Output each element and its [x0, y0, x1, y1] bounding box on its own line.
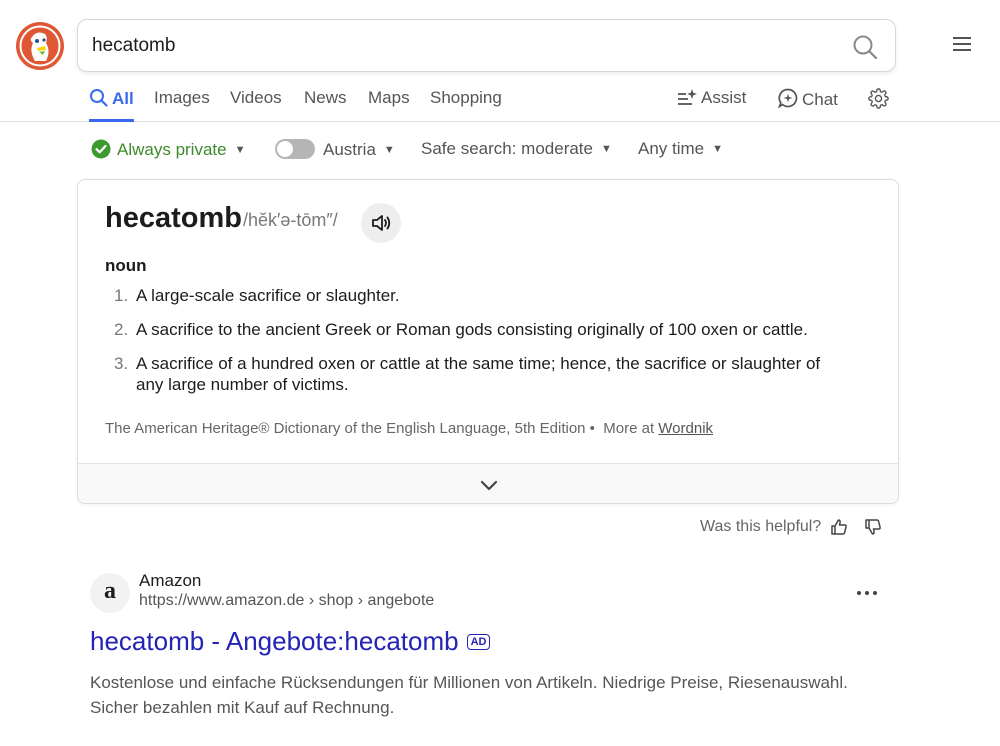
- tab-label: Videos: [230, 88, 282, 107]
- duckduckgo-logo-icon[interactable]: [15, 21, 65, 71]
- caret-down-icon: ▼: [712, 143, 724, 155]
- source-text: The American Heritage® Dictionary of the…: [105, 420, 586, 437]
- definition-text: A sacrifice to the ancient Greek or Roma…: [136, 320, 808, 339]
- chat-icon: [777, 88, 798, 113]
- result-snippet: Kostenlose und einfache Rücksendungen fü…: [90, 673, 848, 717]
- caret-down-icon: ▼: [234, 144, 246, 156]
- settings-button[interactable]: [868, 88, 889, 122]
- privacy-label: Always private: [117, 140, 227, 159]
- more-at-label: More at: [603, 420, 655, 437]
- safe-search-filter[interactable]: Safe search: moderate ▼: [421, 139, 612, 159]
- time-filter[interactable]: Any time ▼: [638, 139, 723, 159]
- thumbs-up-icon[interactable]: [830, 518, 848, 536]
- tab-shopping[interactable]: Shopping: [430, 88, 502, 122]
- definition-number: 2.: [114, 320, 129, 339]
- search-query-text[interactable]: hecatomb: [92, 35, 175, 57]
- site-name[interactable]: Amazon: [139, 571, 201, 591]
- definition-text: A sacrifice of a hundred oxen or cattle …: [136, 354, 821, 394]
- definition-text: A large-scale sacrifice or slaughter.: [136, 286, 400, 305]
- tab-maps[interactable]: Maps: [368, 88, 410, 122]
- site-url[interactable]: https://www.amazon.de › shop › angebote: [139, 592, 434, 610]
- toggle-icon[interactable]: [275, 139, 315, 159]
- tab-all[interactable]: All: [89, 88, 134, 122]
- definition-item: 1. A large-scale sacrifice or slaughter.: [105, 285, 845, 306]
- speaker-icon: [370, 212, 392, 239]
- pronounce-button[interactable]: [361, 203, 401, 243]
- check-circle-icon: [91, 139, 111, 164]
- definition-item: 2. A sacrifice to the ancient Greek or Ro…: [105, 319, 845, 340]
- privacy-filter[interactable]: Always private ▼: [91, 139, 246, 164]
- search-icon: [89, 88, 108, 112]
- thumbs-down-icon[interactable]: [864, 518, 882, 536]
- site-favicon: a: [90, 573, 130, 613]
- definition-number: 3.: [114, 354, 129, 373]
- more-dots-icon[interactable]: [855, 583, 879, 603]
- hamburger-menu-icon[interactable]: [950, 34, 974, 54]
- pronunciation: /hĕk′ə-tōm″/: [243, 210, 338, 230]
- region-label: Austria: [323, 140, 376, 159]
- result-title[interactable]: hecatomb - Angebote:hecatomb: [90, 626, 459, 656]
- part-of-speech: noun: [105, 256, 147, 275]
- definition-number: 1.: [114, 286, 129, 305]
- tab-videos[interactable]: Videos: [230, 88, 282, 122]
- assist-label: Assist: [701, 88, 747, 107]
- chevron-down-icon[interactable]: [478, 474, 500, 496]
- tab-label: Images: [154, 88, 210, 107]
- region-filter[interactable]: Austria ▼: [275, 139, 395, 160]
- definition-card: hecatomb /hĕk′ə-tōm″/ noun 1. A large-sca…: [77, 179, 899, 504]
- search-tabs: All Images Videos News Maps Shopping Ass…: [0, 80, 1000, 122]
- expand-bar[interactable]: [78, 463, 898, 503]
- assist-icon: [677, 88, 697, 111]
- safe-search-label: Safe search: moderate: [421, 139, 593, 158]
- definition-source: The American Heritage® Dictionary of the…: [105, 420, 714, 437]
- caret-down-icon: ▼: [600, 143, 612, 155]
- chat-button[interactable]: Chat: [777, 88, 838, 122]
- assist-button[interactable]: Assist: [677, 88, 746, 122]
- tab-label: Maps: [368, 88, 410, 107]
- ad-badge: AD: [466, 634, 491, 650]
- tab-label: News: [304, 88, 347, 107]
- chat-label: Chat: [802, 90, 838, 109]
- definition-item: 3. A sacrifice of a hundred oxen or cattl…: [105, 353, 845, 395]
- search-icon[interactable]: [851, 33, 879, 61]
- definition-word: hecatomb: [105, 202, 242, 234]
- time-label: Any time: [638, 139, 705, 158]
- tab-label: Shopping: [430, 88, 502, 107]
- caret-down-icon: ▼: [383, 144, 395, 156]
- definition-list: 1. A large-scale sacrifice or slaughter. …: [105, 285, 845, 408]
- tab-images[interactable]: Images: [154, 88, 210, 122]
- result-title-link[interactable]: hecatomb - Angebote:hecatomb AD: [90, 626, 491, 657]
- feedback-question: Was this helpful?: [700, 518, 822, 535]
- search-input[interactable]: hecatomb: [77, 19, 896, 72]
- wordnik-link[interactable]: Wordnik: [658, 420, 713, 437]
- tab-label: All: [112, 89, 134, 108]
- tab-news[interactable]: News: [304, 88, 347, 122]
- gear-icon: [868, 88, 889, 113]
